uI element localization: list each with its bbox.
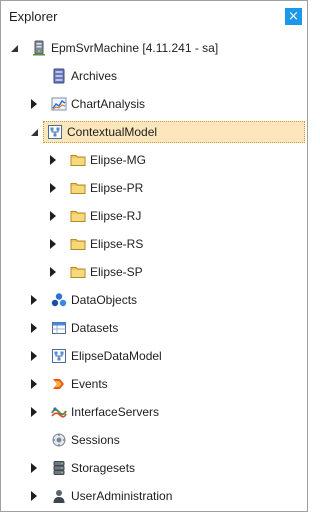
tree-item-label: InterfaceServers — [71, 405, 160, 419]
tree-item-elipse-rs[interactable]: Elipse-RS — [1, 231, 307, 257]
tree-item-label: Datasets — [71, 321, 119, 335]
tree-item-content[interactable]: Elipse-SP — [66, 261, 147, 283]
expand-toggle-icon[interactable] — [46, 231, 60, 257]
dataset-icon — [51, 320, 67, 336]
tree-item-datasets[interactable]: Datasets — [1, 315, 307, 341]
tree-item-label: Archives — [71, 69, 118, 83]
panel-titlebar: Explorer × — [1, 1, 307, 31]
explorer-panel: Explorer × EpmSvrMachine [4.11.241 - sa]… — [0, 0, 308, 512]
tree-item-label: ElipseDataModel — [71, 349, 162, 363]
tree-item-root[interactable]: EpmSvrMachine [4.11.241 - sa] — [1, 35, 307, 61]
tree-item-content[interactable]: Sessions — [47, 429, 124, 451]
tree-item-content[interactable]: DataObjects — [47, 289, 141, 311]
tree-item-storagesets[interactable]: Storagesets — [1, 455, 307, 481]
expand-toggle-icon[interactable] — [27, 119, 41, 145]
expand-toggle-icon[interactable] — [46, 259, 60, 285]
tree-item-label: ChartAnalysis — [71, 97, 146, 111]
folder-icon — [70, 264, 86, 280]
tree-item-chart-analysis[interactable]: ChartAnalysis — [1, 91, 307, 117]
tree-item-elipse-data-model[interactable]: ElipseDataModel — [1, 343, 307, 369]
tree-item-label: Elipse-MG — [90, 153, 147, 167]
tree-item-content[interactable]: ChartAnalysis — [47, 93, 149, 115]
tree-item-label: Elipse-RS — [90, 237, 144, 251]
folder-icon — [70, 180, 86, 196]
expand-toggle-icon[interactable] — [27, 399, 41, 425]
tree-item-label: Elipse-PR — [90, 181, 144, 195]
tree-item-elipse-pr[interactable]: Elipse-PR — [1, 175, 307, 201]
tree-item-label: Events — [71, 377, 108, 391]
tree-item-content[interactable]: Elipse-RS — [66, 233, 147, 255]
explorer-tree[interactable]: EpmSvrMachine [4.11.241 - sa] Archives C… — [1, 33, 307, 511]
tree-item-interface-servers[interactable]: InterfaceServers — [1, 399, 307, 425]
tree-item-label: ContextualModel — [67, 125, 158, 139]
tree-item-user-administration[interactable]: UserAdministration — [1, 483, 307, 509]
tree-item-content[interactable]: EpmSvrMachine [4.11.241 - sa] — [27, 37, 222, 59]
model-icon — [47, 124, 63, 140]
tree-item-content[interactable]: Datasets — [47, 317, 122, 339]
storage-icon — [51, 460, 67, 476]
tree-item-data-objects[interactable]: DataObjects — [1, 287, 307, 313]
tree-item-elipse-sp[interactable]: Elipse-SP — [1, 259, 307, 285]
tree-item-sessions[interactable]: Sessions — [1, 427, 307, 453]
chart-icon — [51, 96, 67, 112]
tree-item-content[interactable]: Storagesets — [47, 457, 139, 479]
tree-item-label: Elipse-RJ — [90, 209, 142, 223]
tree-item-archives[interactable]: Archives — [1, 63, 307, 89]
expand-toggle-icon[interactable] — [27, 315, 41, 341]
tree-item-content[interactable]: UserAdministration — [47, 485, 176, 507]
tree-item-content[interactable]: InterfaceServers — [47, 401, 163, 423]
data-objects-icon — [51, 292, 67, 308]
tree-item-elipse-mg[interactable]: Elipse-MG — [1, 147, 307, 173]
tree-item-content[interactable]: Elipse-RJ — [66, 205, 145, 227]
expand-toggle-icon[interactable] — [46, 203, 60, 229]
tree-item-content[interactable]: Elipse-PR — [66, 177, 147, 199]
panel-title: Explorer — [9, 9, 58, 24]
tree-item-label: DataObjects — [71, 293, 138, 307]
interface-servers-icon — [51, 404, 67, 420]
sessions-icon — [51, 432, 67, 448]
tree-item-label: EpmSvrMachine [4.11.241 - sa] — [51, 41, 219, 55]
tree-item-content[interactable]: Archives — [47, 65, 121, 87]
tree-item-content[interactable]: ContextualModel — [43, 121, 305, 143]
tree-item-contextual-model[interactable]: ContextualModel — [1, 119, 307, 145]
events-icon — [51, 376, 67, 392]
tree-item-label: Sessions — [71, 433, 120, 447]
close-button[interactable]: × — [285, 8, 302, 25]
tree-item-elipse-rj[interactable]: Elipse-RJ — [1, 203, 307, 229]
expand-toggle-icon[interactable] — [27, 455, 41, 481]
tree-item-label: UserAdministration — [71, 489, 173, 503]
expand-toggle-icon[interactable] — [27, 343, 41, 369]
tree-item-events[interactable]: Events — [1, 371, 307, 397]
folder-icon — [70, 208, 86, 224]
tree-item-label: Storagesets — [71, 461, 136, 475]
expand-toggle-icon[interactable] — [27, 287, 41, 313]
server-icon — [31, 40, 47, 56]
folder-icon — [70, 236, 86, 252]
expand-toggle-icon[interactable] — [46, 147, 60, 173]
folder-icon — [70, 152, 86, 168]
model-icon — [51, 348, 67, 364]
expand-toggle-icon[interactable] — [27, 371, 41, 397]
tree-item-content[interactable]: Events — [47, 373, 112, 395]
expand-toggle-icon[interactable] — [27, 91, 41, 117]
user-admin-icon — [51, 488, 67, 504]
expand-toggle-icon[interactable] — [7, 35, 21, 61]
expand-toggle-icon[interactable] — [27, 483, 41, 509]
close-icon: × — [288, 9, 299, 24]
archive-icon — [51, 68, 67, 84]
tree-item-content[interactable]: Elipse-MG — [66, 149, 150, 171]
tree-item-label: Elipse-SP — [90, 265, 143, 279]
tree-item-content[interactable]: ElipseDataModel — [47, 345, 166, 367]
expand-toggle-icon[interactable] — [46, 175, 60, 201]
